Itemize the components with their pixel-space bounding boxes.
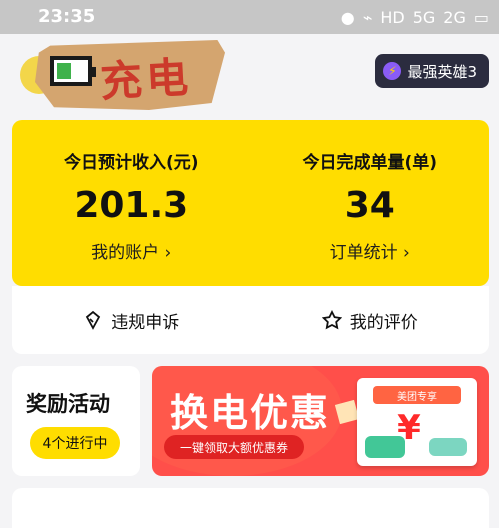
hero-badge-label: 最强英雄3 — [407, 62, 477, 81]
signal-5g-label: 5G — [412, 8, 436, 27]
logo-text: 充电 — [98, 52, 194, 107]
actions-card: 违规申诉 我的评价 — [12, 286, 489, 354]
banner-cta-button[interactable]: 一键领取大额优惠券 — [164, 435, 304, 459]
status-time: 23:35 — [38, 6, 96, 27]
star-icon — [321, 310, 342, 330]
appeal-button[interactable]: 违规申诉 — [12, 308, 251, 333]
voucher-card: 美团专享 ¥ — [357, 378, 477, 466]
orders-link[interactable]: 订单统计 › — [251, 238, 490, 263]
reviews-button[interactable]: 我的评价 — [251, 308, 490, 333]
battery-logo-icon — [50, 56, 96, 86]
voucher-label: 美团专享 — [373, 386, 461, 404]
hd-label: HD — [380, 8, 405, 27]
gem-icon-secondary — [429, 438, 467, 456]
activity-running-badge: 4个进行中 — [30, 427, 120, 459]
orders-value: 34 — [344, 185, 395, 226]
gem-icon — [365, 436, 405, 458]
income-stat: 今日预计收入(元) 201.3 我的账户 › — [12, 120, 251, 263]
lightning-icon: ⚡ — [383, 62, 402, 80]
income-value: 201.3 — [74, 185, 189, 226]
income-title: 今日预计收入(元) — [63, 153, 199, 173]
location-icon: ● — [340, 8, 355, 27]
status-bar: 23:35 ● ⌁ HD 5G 2G ▭ — [0, 0, 499, 34]
orders-stat: 今日完成单量(单) 34 订单统计 › — [251, 120, 490, 263]
next-card-strip — [12, 488, 489, 528]
hero-badge[interactable]: ⚡ 最强英雄3 — [375, 54, 489, 88]
account-link[interactable]: 我的账户 › — [12, 238, 251, 263]
appeal-label: 违规申诉 — [111, 312, 180, 333]
activity-card[interactable]: 奖励活动 4个进行中 — [12, 366, 140, 476]
wifi-icon: ⌁ — [362, 8, 373, 27]
banner-title: 换电优惠 — [170, 391, 331, 435]
battery-icon: ▭ — [473, 8, 489, 27]
activity-title: 奖励活动 — [26, 392, 110, 416]
appeal-icon — [83, 310, 103, 330]
stats-card: 今日预计收入(元) 201.3 我的账户 › 今日完成单量(单) 34 订单统计… — [12, 120, 489, 286]
header: 充电 ⚡ 最强英雄3 — [0, 34, 499, 110]
reviews-label: 我的评价 — [349, 312, 418, 333]
status-icons: ● ⌁ HD 5G 2G ▭ — [341, 8, 489, 27]
signal-2g-label: 2G — [443, 8, 466, 27]
orders-title: 今日完成单量(单) — [302, 153, 438, 173]
battery-swap-banner[interactable]: 换电优惠 一键领取大额优惠券 美团专享 ¥ — [152, 366, 489, 476]
